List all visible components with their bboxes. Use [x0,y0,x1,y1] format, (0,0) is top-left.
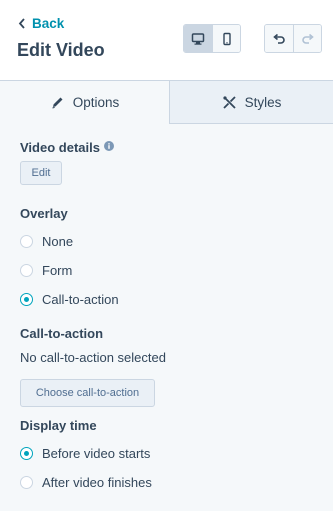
chevron-left-icon [18,18,25,29]
page-title: Edit Video [17,40,105,60]
tab-styles-label: Styles [244,94,282,110]
cta-status: No call-to-action selected [20,350,166,365]
back-label: Back [32,16,65,31]
radio-button-checked[interactable] [20,293,33,306]
radio-button-checked[interactable] [20,447,33,460]
overlay-option-call-to-action[interactable]: Call-to-action [20,292,119,307]
radio-button[interactable] [20,264,33,277]
overlay-label: Overlay [20,206,68,221]
desktop-view-button[interactable] [184,25,212,52]
overlay-option-label: Call-to-action [42,292,119,307]
mobile-view-button[interactable] [212,25,240,52]
video-details-label: Video details [20,140,100,155]
redo-button[interactable] [293,25,321,52]
display-time-label: Display time [20,418,97,433]
choose-cta-button[interactable]: Choose call-to-action [20,379,155,407]
tab-styles[interactable]: Styles [170,81,333,124]
radio-button[interactable] [20,476,33,489]
desktop-icon [191,32,205,45]
display-time-option-after[interactable]: After video finishes [20,475,152,490]
pencil-icon [52,97,63,109]
mobile-icon [222,32,231,45]
radio-button[interactable] [20,235,33,248]
display-time-option-label: After video finishes [42,475,152,490]
overlay-option-none[interactable]: None [20,234,73,249]
cta-label: Call-to-action [20,326,104,341]
redo-icon [301,33,314,44]
device-toggle [183,24,241,53]
undo-icon [273,33,285,44]
display-time-option-before[interactable]: Before video starts [20,446,150,461]
history-controls [264,24,322,53]
styles-icon [222,95,236,109]
overlay-option-label: Form [42,263,73,278]
tab-options-label: Options [72,95,120,110]
overlay-option-form[interactable]: Form [20,263,72,278]
tab-bar: Options Styles [0,80,333,124]
back-link[interactable]: Back [18,16,64,31]
info-icon[interactable] [104,141,114,151]
undo-button[interactable] [265,25,293,52]
header: Back Edit Video [0,0,333,80]
overlay-option-label: None [42,234,74,249]
edit-video-details-button[interactable]: Edit [20,161,62,185]
tab-options[interactable]: Options [0,81,170,124]
display-time-option-label: Before video starts [42,446,151,461]
